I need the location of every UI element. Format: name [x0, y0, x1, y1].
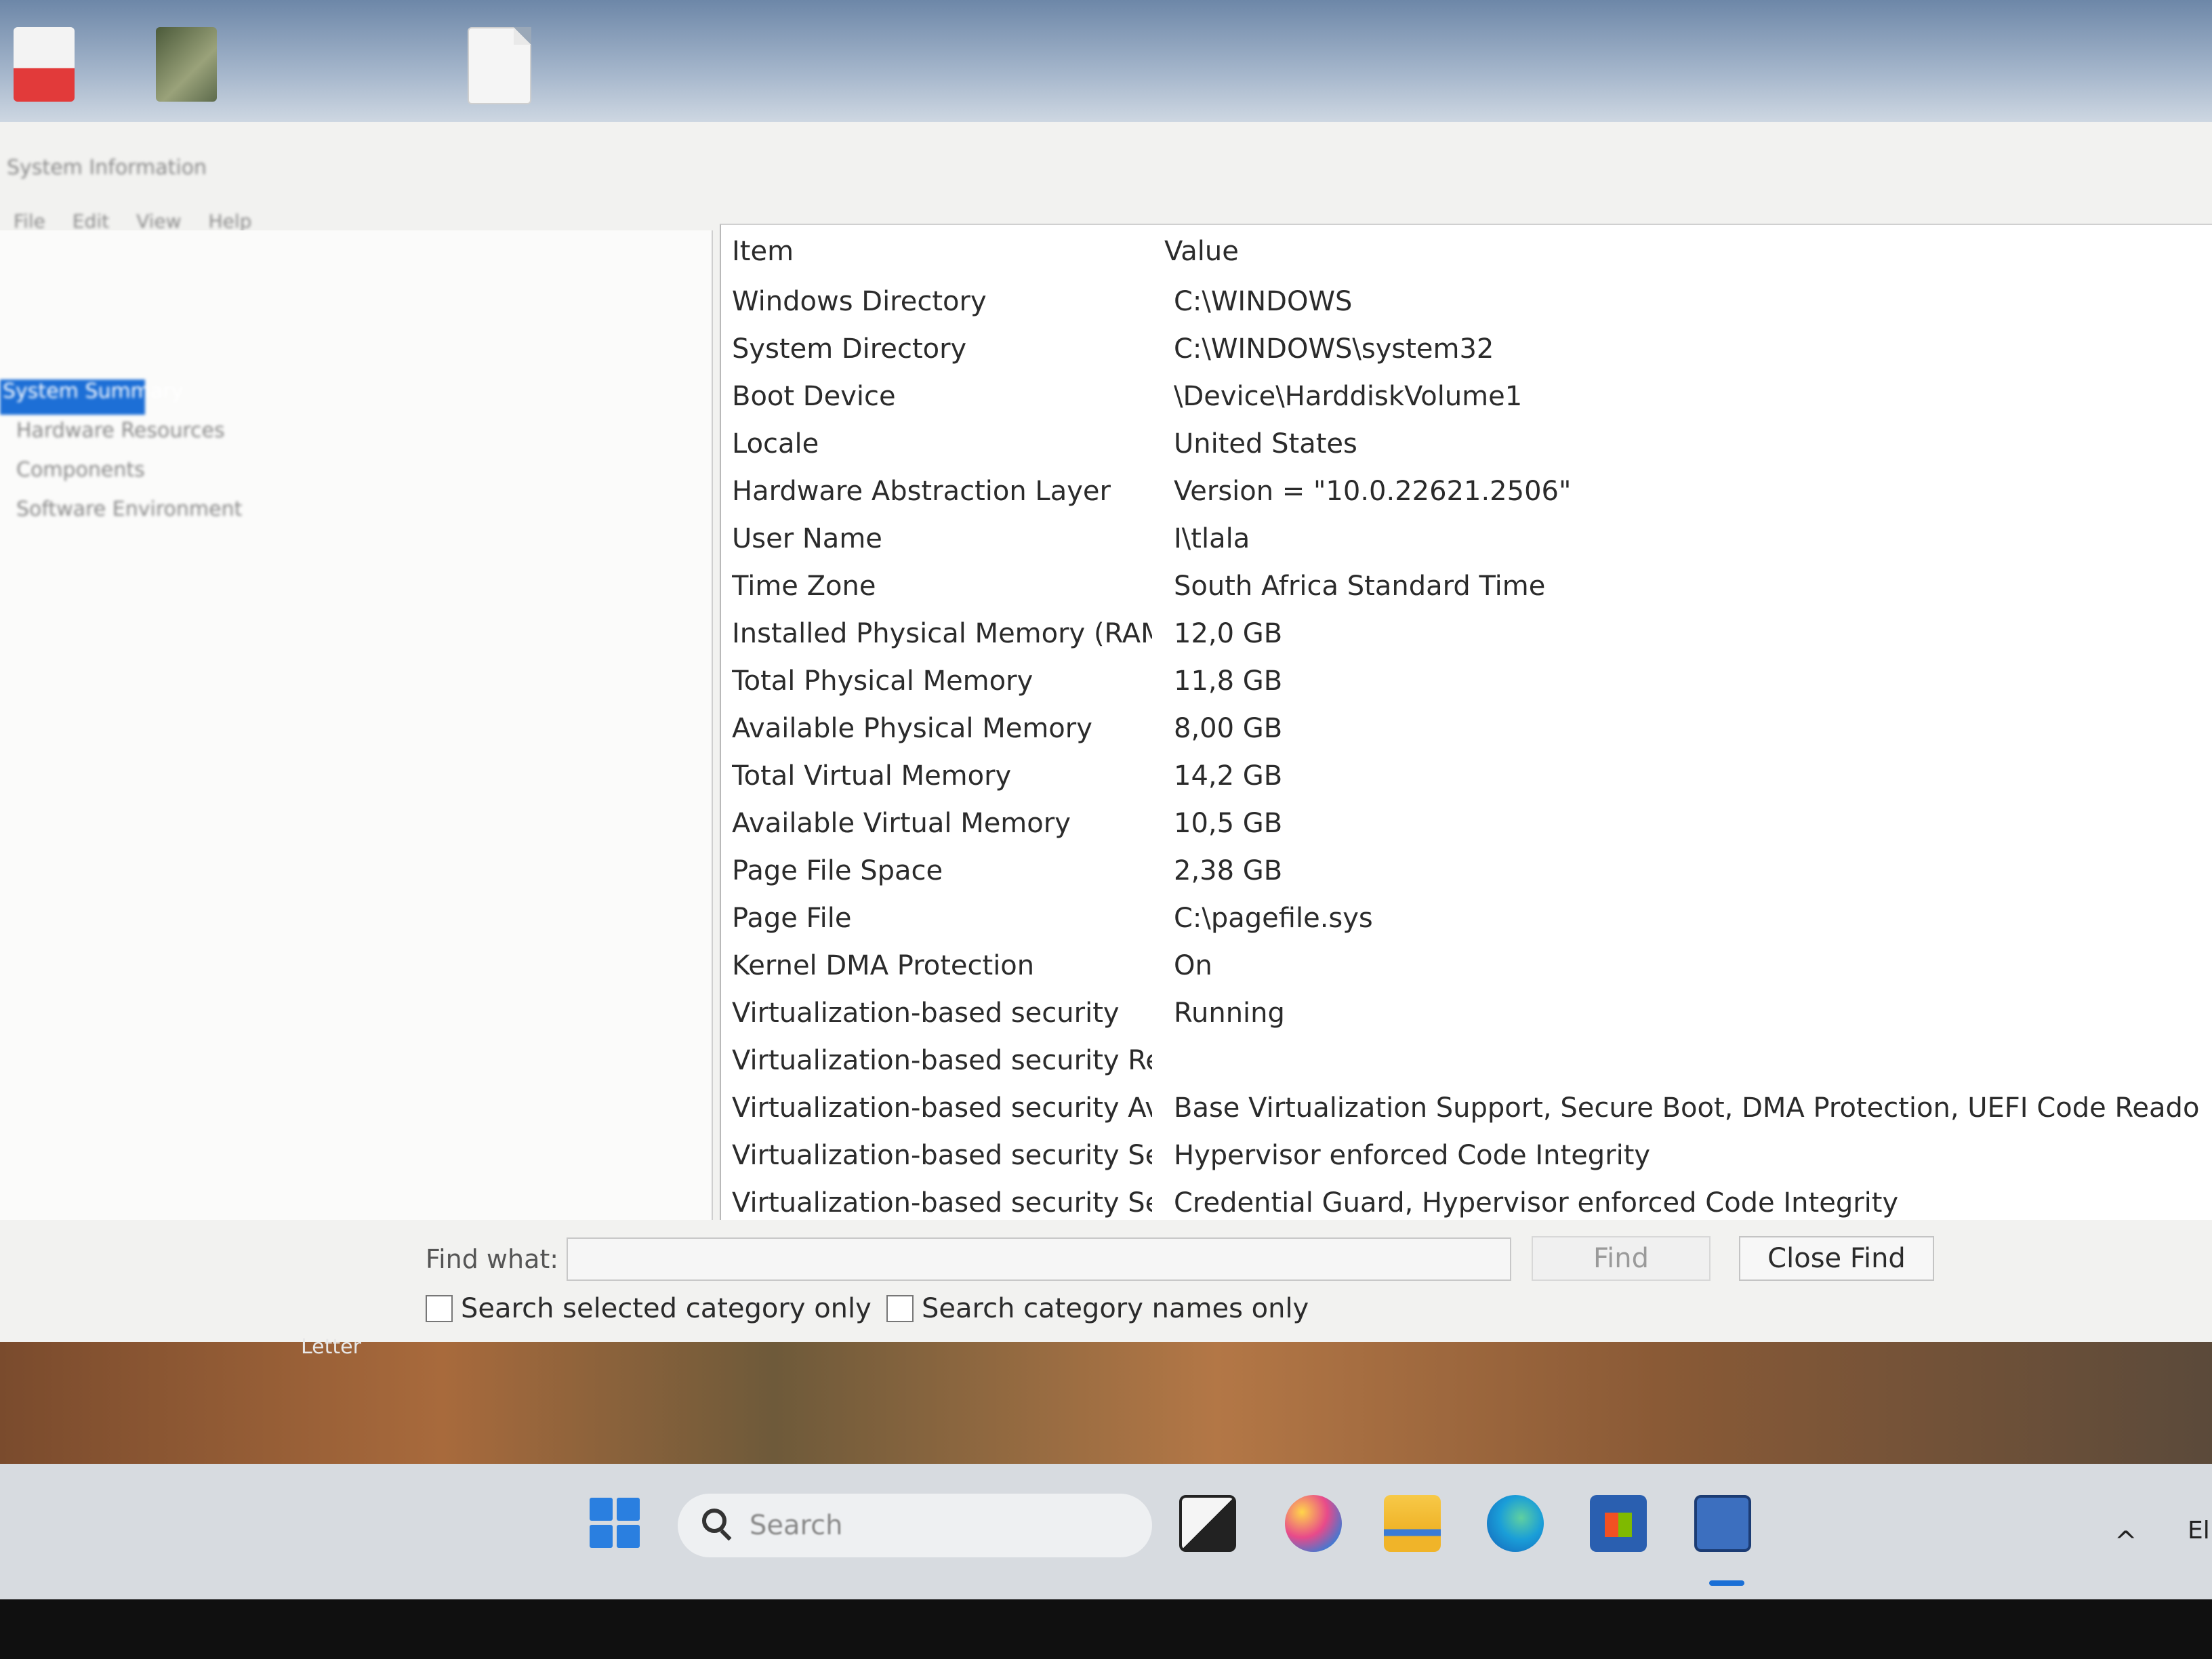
row-item: Available Virtual Memory	[732, 808, 1071, 839]
row-value: Base Virtualization Support, Secure Boot…	[1174, 1092, 2200, 1124]
task-view-icon[interactable]	[1179, 1495, 1236, 1552]
row-value: 8,00 GB	[1174, 713, 1283, 744]
search-icon	[702, 1509, 726, 1533]
table-row[interactable]: Page File Space 2,38 GB	[721, 855, 2212, 903]
row-item: Windows Directory	[732, 286, 987, 317]
row-item: Virtualization-based security	[732, 998, 1120, 1029]
copilot-icon[interactable]	[1285, 1495, 1342, 1552]
tree-item-system-summary[interactable]: System Summary	[0, 380, 183, 415]
table-row[interactable]: Virtualization-based security Se... Hyper…	[721, 1140, 2212, 1187]
taskbar-search-box[interactable]: Search	[678, 1494, 1152, 1557]
table-row[interactable]: Virtualization-based security Running	[721, 998, 2212, 1045]
row-value: 11,8 GB	[1174, 665, 1283, 697]
chevron-up-icon[interactable]: ^	[2114, 1526, 2137, 1557]
search-selected-category-label: Search selected category only	[461, 1293, 872, 1324]
row-item: Available Physical Memory	[732, 713, 1092, 744]
row-item: Virtualization-based security Se...	[732, 1187, 1152, 1218]
row-item: System Directory	[732, 333, 967, 365]
file-explorer-icon[interactable]	[1384, 1495, 1441, 1552]
table-row[interactable]: Kernel DMA Protection On	[721, 950, 2212, 998]
table-row[interactable]: Total Virtual Memory 14,2 GB	[721, 760, 2212, 808]
row-value: 10,5 GB	[1174, 808, 1283, 839]
category-tree: System Summary Hardware Resources Compon…	[0, 230, 713, 1220]
row-value: United States	[1174, 428, 1357, 459]
table-row[interactable]: Virtualization-based security Av... Base …	[721, 1092, 2212, 1140]
row-value: South Africa Standard Time	[1174, 571, 1546, 602]
details-list: Item Value Windows Directory C:\WINDOWS Sy…	[720, 224, 2212, 1221]
table-row[interactable]: Installed Physical Memory (RAM) 12,0 GB	[721, 618, 2212, 665]
row-value: 12,0 GB	[1174, 618, 1283, 649]
row-item: Total Virtual Memory	[732, 760, 1012, 792]
row-value: 2,38 GB	[1174, 855, 1283, 886]
search-category-names-label: Search category names only	[922, 1293, 1309, 1324]
row-item: Virtualization-based security Av...	[732, 1092, 1152, 1124]
store-icon[interactable]	[1590, 1495, 1647, 1552]
table-row[interactable]: User Name I\tlala	[721, 523, 2212, 571]
table-row[interactable]: Virtualization-based security Re...	[721, 1045, 2212, 1092]
row-item: Locale	[732, 428, 819, 459]
find-button[interactable]: Find	[1532, 1236, 1711, 1281]
tree-item-hardware-resources[interactable]: Hardware Resources	[14, 419, 225, 454]
taskbar: Search ^ El	[0, 1464, 2212, 1599]
image-file-icon[interactable]	[156, 27, 217, 102]
row-item: Kernel DMA Protection	[732, 950, 1035, 981]
start-icon[interactable]	[590, 1498, 641, 1549]
table-row[interactable]: Time Zone South Africa Standard Time	[721, 571, 2212, 618]
row-item: Virtualization-based security Se...	[732, 1140, 1152, 1171]
row-value: I\tlala	[1174, 523, 1250, 554]
system-information-icon[interactable]	[1694, 1495, 1751, 1552]
row-value: Hypervisor enforced Code Integrity	[1174, 1140, 1651, 1171]
row-value: Credential Guard, Hypervisor enforced Co…	[1174, 1187, 1899, 1218]
row-value: 14,2 GB	[1174, 760, 1283, 792]
row-item: Total Physical Memory	[732, 665, 1033, 697]
tree-item-software-environment[interactable]: Software Environment	[14, 497, 242, 533]
row-value: Version = "10.0.22621.2506"	[1174, 476, 1572, 507]
row-value: Running	[1174, 998, 1285, 1029]
row-item: Virtualization-based security Re...	[732, 1045, 1152, 1076]
search-category-names-checkbox[interactable]	[886, 1295, 914, 1322]
desktop-wallpaper-bottom	[0, 1342, 2212, 1477]
taskbar-search-placeholder: Search	[750, 1510, 843, 1541]
active-app-indicator	[1709, 1580, 1744, 1586]
close-find-button[interactable]: Close Find	[1739, 1236, 1934, 1281]
search-selected-category-option[interactable]: Search selected category only	[426, 1292, 872, 1326]
row-item: Page File Space	[732, 855, 943, 886]
row-item: Page File	[732, 903, 852, 934]
document-file-icon[interactable]	[468, 27, 531, 104]
system-information-window: System Information File Edit View Help S…	[0, 122, 2212, 1342]
table-row[interactable]: System Directory C:\WINDOWS\system32	[721, 333, 2212, 381]
column-header-item[interactable]: Item	[732, 236, 794, 267]
row-item: Time Zone	[732, 571, 876, 602]
find-what-input[interactable]	[567, 1237, 1511, 1281]
find-what-label: Find what:	[426, 1244, 559, 1274]
row-item: User Name	[732, 523, 882, 554]
row-value: \Device\HarddiskVolume1	[1174, 381, 1523, 412]
search-selected-category-checkbox[interactable]	[426, 1295, 453, 1322]
find-bar: Find what: Find Close Find Search select…	[0, 1220, 2212, 1342]
table-row[interactable]: Total Physical Memory 11,8 GB	[721, 665, 2212, 713]
table-row[interactable]: Available Physical Memory 8,00 GB	[721, 713, 2212, 760]
row-item: Installed Physical Memory (RAM)	[732, 618, 1152, 649]
table-row[interactable]: Page File C:\pagefile.sys	[721, 903, 2212, 950]
tree-item-components[interactable]: Components	[14, 458, 145, 493]
search-category-names-option[interactable]: Search category names only	[886, 1292, 1309, 1326]
desktop-wallpaper-top	[0, 0, 2212, 136]
language-indicator[interactable]: El	[2188, 1517, 2210, 1544]
row-item: Boot Device	[732, 381, 896, 412]
row-value: C:\WINDOWS\system32	[1174, 333, 1494, 365]
row-value: C:\pagefile.sys	[1174, 903, 1373, 934]
row-item: Hardware Abstraction Layer	[732, 476, 1111, 507]
row-value: On	[1174, 950, 1212, 981]
table-row[interactable]: Boot Device \Device\HarddiskVolume1	[721, 381, 2212, 428]
pdf-file-icon[interactable]	[14, 27, 75, 102]
table-row[interactable]: Locale United States	[721, 428, 2212, 476]
table-row[interactable]: Windows Directory C:\WINDOWS	[721, 286, 2212, 333]
table-row[interactable]: Hardware Abstraction Layer Version = "10.…	[721, 476, 2212, 523]
table-row[interactable]: Available Virtual Memory 10,5 GB	[721, 808, 2212, 855]
desktop-shortcut-label[interactable]: Letter	[301, 1335, 361, 1359]
edge-icon[interactable]	[1487, 1495, 1544, 1552]
window-title: System Information	[7, 156, 207, 180]
row-value: C:\WINDOWS	[1174, 286, 1353, 317]
column-header-value[interactable]: Value	[1164, 236, 1239, 267]
